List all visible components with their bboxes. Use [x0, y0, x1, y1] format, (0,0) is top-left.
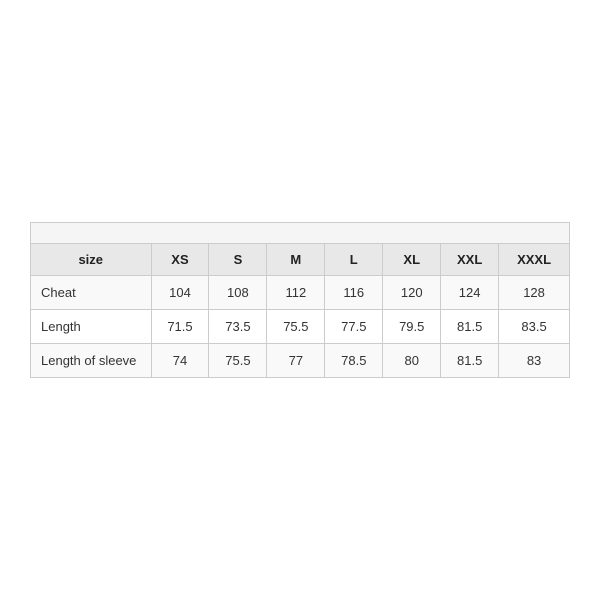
cell-1-5: 81.5: [441, 310, 499, 344]
cell-1-4: 79.5: [383, 310, 441, 344]
row-label-0: Cheat: [31, 276, 151, 310]
cell-2-5: 81.5: [441, 344, 499, 378]
cell-0-1: 108: [209, 276, 267, 310]
size-chart: sizeXSSMLXLXXLXXXL Cheat1041081121161201…: [30, 222, 570, 378]
header-col-1: XS: [151, 244, 209, 276]
chart-title-row: [31, 223, 569, 244]
size-table: sizeXSSMLXLXXLXXXL Cheat1041081121161201…: [31, 244, 569, 377]
header-col-7: XXXL: [499, 244, 569, 276]
cell-2-4: 80: [383, 344, 441, 378]
cell-0-4: 120: [383, 276, 441, 310]
table-body: Cheat104108112116120124128Length71.573.5…: [31, 276, 569, 378]
cell-1-1: 73.5: [209, 310, 267, 344]
table-row: Cheat104108112116120124128: [31, 276, 569, 310]
table-row: Length71.573.575.577.579.581.583.5: [31, 310, 569, 344]
header-col-3: M: [267, 244, 325, 276]
table-header: sizeXSSMLXLXXLXXXL: [31, 244, 569, 276]
cell-2-3: 78.5: [325, 344, 383, 378]
cell-1-2: 75.5: [267, 310, 325, 344]
cell-1-0: 71.5: [151, 310, 209, 344]
header-col-0: size: [31, 244, 151, 276]
cell-2-2: 77: [267, 344, 325, 378]
header-row: sizeXSSMLXLXXLXXXL: [31, 244, 569, 276]
header-col-2: S: [209, 244, 267, 276]
cell-2-0: 74: [151, 344, 209, 378]
cell-0-2: 112: [267, 276, 325, 310]
row-label-2: Length of sleeve: [31, 344, 151, 378]
header-col-5: XL: [383, 244, 441, 276]
cell-0-3: 116: [325, 276, 383, 310]
cell-0-5: 124: [441, 276, 499, 310]
cell-2-6: 83: [499, 344, 569, 378]
cell-1-3: 77.5: [325, 310, 383, 344]
row-label-1: Length: [31, 310, 151, 344]
cell-1-6: 83.5: [499, 310, 569, 344]
cell-2-1: 75.5: [209, 344, 267, 378]
table-row: Length of sleeve7475.57778.58081.583: [31, 344, 569, 378]
header-col-6: XXL: [441, 244, 499, 276]
header-col-4: L: [325, 244, 383, 276]
cell-0-0: 104: [151, 276, 209, 310]
cell-0-6: 128: [499, 276, 569, 310]
